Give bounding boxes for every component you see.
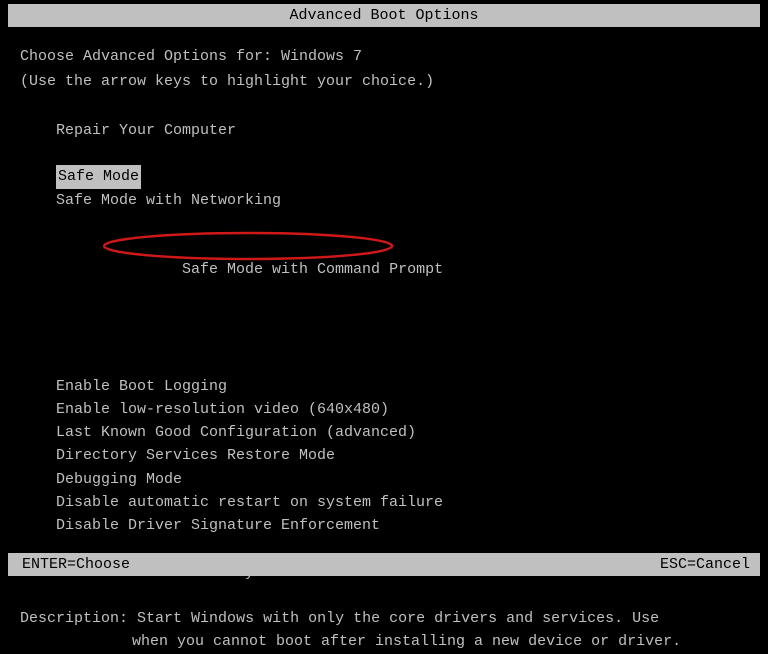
menu-item-low-resolution[interactable]: Enable low-resolution video (640x480) xyxy=(56,398,748,421)
menu-item-disable-auto-restart[interactable]: Disable automatic restart on system fail… xyxy=(56,491,748,514)
main-content: Choose Advanced Options for: Windows 7 (… xyxy=(0,27,768,607)
menu-item-boot-logging[interactable]: Enable Boot Logging xyxy=(56,375,748,398)
description-text-1: Start Windows with only the core drivers… xyxy=(137,610,659,627)
footer-bar: ENTER=Choose ESC=Cancel xyxy=(8,553,760,576)
page-title: Advanced Boot Options xyxy=(289,7,478,24)
menu-item-disable-driver-signature[interactable]: Disable Driver Signature Enforcement xyxy=(56,514,748,537)
description-block: Description: Start Windows with only the… xyxy=(0,607,768,654)
spacer xyxy=(56,142,748,165)
instruction-line-2: (Use the arrow keys to highlight your ch… xyxy=(20,70,748,93)
spacer xyxy=(20,584,748,607)
menu-item-safe-mode-networking[interactable]: Safe Mode with Networking xyxy=(56,189,748,212)
menu-item-repair[interactable]: Repair Your Computer xyxy=(56,119,748,142)
spacer xyxy=(20,96,748,119)
menu-item-debugging[interactable]: Debugging Mode xyxy=(56,468,748,491)
description-label: Description: xyxy=(20,610,128,627)
boot-menu: Repair Your Computer Safe Mode Safe Mode… xyxy=(20,119,748,584)
description-line-2: when you cannot boot after installing a … xyxy=(20,630,748,653)
menu-item-last-known-good[interactable]: Last Known Good Configuration (advanced) xyxy=(56,421,748,444)
footer-esc-hint: ESC=Cancel xyxy=(660,556,750,573)
instruction-line-1: Choose Advanced Options for: Windows 7 xyxy=(20,45,748,68)
circled-annotation: Safe Mode with Command Prompt xyxy=(110,235,443,328)
title-bar: Advanced Boot Options xyxy=(8,4,760,27)
footer-enter-hint: ENTER=Choose xyxy=(22,556,130,573)
description-line-1: Description: Start Windows with only the… xyxy=(20,607,748,630)
menu-item-safe-mode-command-prompt[interactable]: Safe Mode with Command Prompt xyxy=(56,212,748,352)
spacer xyxy=(56,351,748,374)
menu-item-directory-services-restore[interactable]: Directory Services Restore Mode xyxy=(56,444,748,467)
red-circle-icon xyxy=(100,229,400,263)
menu-item-safe-mode[interactable]: Safe Mode xyxy=(56,165,748,188)
selected-highlight: Safe Mode xyxy=(56,165,141,188)
